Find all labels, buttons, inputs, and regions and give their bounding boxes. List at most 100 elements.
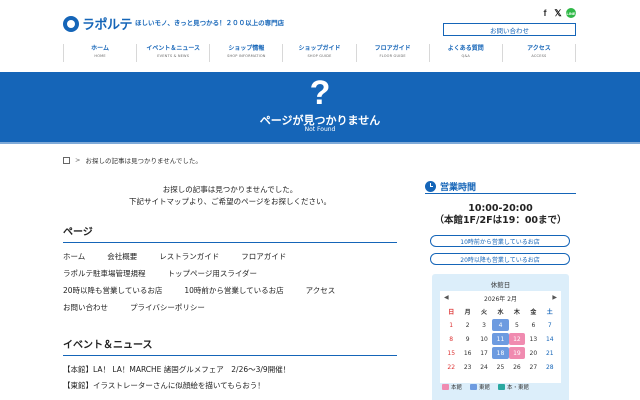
- nav-item-access[interactable]: アクセス ACCESS: [501, 44, 576, 62]
- contact-button[interactable]: お問い合わせ: [443, 23, 576, 36]
- sitemap-row: 20時以降も営業しているお店 10時前から営業しているお店 アクセス: [63, 282, 397, 299]
- calendar-day: 13: [529, 335, 538, 343]
- calendar-day-closed-higashi: 18: [492, 347, 509, 359]
- calendar-month: 2026年 2月: [484, 296, 517, 303]
- calendar-day: 15: [447, 349, 456, 357]
- business-hours-title: 営業時間: [440, 183, 477, 193]
- calendar-day: 24: [480, 363, 488, 371]
- nav-item-events[interactable]: イベント＆ニュース EVENTS & NEWS: [136, 44, 209, 62]
- sitemap-link[interactable]: ホーム: [63, 251, 85, 262]
- calendar-weekday: 水: [497, 308, 504, 316]
- sitemap-link[interactable]: フロアガイド: [241, 251, 286, 262]
- nav-item-shop-info[interactable]: ショップ情報 SHOP INFORMATION: [209, 44, 282, 62]
- calendar-weekday: 金: [530, 308, 537, 316]
- sitemap-link[interactable]: ラポルテ駐車場管理規程: [63, 268, 146, 279]
- calendar-day: 7: [547, 321, 552, 329]
- calendar-day: 21: [545, 349, 554, 357]
- sitemap-row: ラポルテ駐車場管理規程 トップページ用スライダー: [63, 265, 397, 282]
- sitemap-link[interactable]: トップページ用スライダー: [168, 268, 258, 279]
- open-before-10-button[interactable]: 10時前から営業しているお店: [430, 235, 570, 247]
- legend-swatch: [470, 384, 478, 390]
- business-hours-header: 営業時間: [425, 180, 576, 194]
- news-list: 【本館】LA！ LA！MARCHE 諸国グルメフェア 2/26〜3/9開催！ 【…: [63, 362, 397, 394]
- clock-icon: [425, 181, 436, 192]
- not-found-message: お探しの記事は見つかりませんでした。 下記サイトマップより、ご希望のページをお探…: [63, 184, 397, 208]
- breadcrumb-current: お探しの記事は見つかりませんでした。: [85, 157, 202, 165]
- nav-item-faq[interactable]: よくある質問 Q&A: [428, 44, 502, 62]
- nav-item-shop-guide[interactable]: ショップガイド SHOP GUIDE: [282, 44, 355, 62]
- sitemap-link[interactable]: 20時以降も営業しているお店: [63, 285, 162, 296]
- sitemap-links: ホーム 会社概要 レストランガイド フロアガイド ラポルテ駐車場管理規程 トップ…: [63, 248, 397, 316]
- banner-divider: [0, 142, 640, 144]
- news-section-title: イベント＆ニュース: [63, 336, 397, 356]
- nav-item-floor-guide[interactable]: フロアガイド FLOOR GUIDE: [355, 44, 429, 62]
- nav-label-en: EVENTS & NEWS: [157, 54, 190, 58]
- message-line: お探しの記事は見つかりませんでした。: [162, 185, 298, 194]
- sitemap-link[interactable]: レストランガイド: [159, 251, 219, 262]
- nav-label: ショップ情報: [228, 45, 265, 52]
- breadcrumb: > お探しの記事は見つかりませんでした。: [63, 155, 202, 165]
- hours-note: （本館1F/2Fは19：00まで）: [434, 215, 567, 226]
- site-logo[interactable]: ラポルテ: [63, 14, 133, 33]
- calendar-day: 1: [449, 321, 454, 329]
- x-twitter-icon[interactable]: 𝕏: [553, 8, 563, 18]
- news-item[interactable]: 【本館】LA！ LA！MARCHE 諸国グルメフェア 2/26〜3/9開催！: [63, 362, 397, 378]
- sitemap-row: ホーム 会社概要 レストランガイド フロアガイド: [63, 248, 397, 265]
- nav-label-en: Q&A: [461, 54, 471, 58]
- nav-label-en: SHOP INFORMATION: [227, 54, 266, 58]
- calendar-day-closed-higashi: 11: [492, 333, 509, 345]
- legend-honkan: 本館: [442, 383, 462, 391]
- calendar-weekday: 日: [448, 308, 455, 316]
- calendar-day: 28: [545, 363, 554, 371]
- legend-swatch: [498, 384, 506, 390]
- sitemap-link[interactable]: 会社概要: [107, 251, 137, 262]
- site-header: ラポルテ ほしいモノ、きっと見つかる！２００以上の専門店 f 𝕏 LINE お問…: [0, 0, 640, 72]
- question-mark-icon: ?: [309, 74, 331, 112]
- next-month-icon[interactable]: ▶: [552, 294, 557, 301]
- calendar-day: 17: [480, 349, 488, 357]
- nav-item-home[interactable]: ホーム HOME: [63, 44, 136, 62]
- calendar-day: 25: [496, 363, 505, 371]
- calendar-day: 23: [463, 363, 472, 371]
- calendar-day: 2: [465, 321, 470, 329]
- sitemap-link[interactable]: 10時前から営業しているお店: [184, 285, 283, 296]
- calendar-heading: 休館日: [490, 281, 511, 289]
- nav-label: ホーム: [91, 45, 109, 52]
- business-hours: 10:00-20:00 （本館1F/2Fは19：00まで）: [425, 203, 576, 227]
- nav-label: アクセス: [527, 45, 551, 52]
- calendar-legend: 本館 東館 本・東館: [442, 383, 537, 391]
- legend-label: 本館: [451, 385, 463, 391]
- legend-both: 本・東館: [498, 383, 529, 391]
- calendar-day: 10: [480, 335, 488, 343]
- pages-section-title: ページ: [63, 223, 397, 243]
- calendar-day: 5: [515, 321, 519, 329]
- calendar-day-closed-honkan: 19: [508, 347, 526, 359]
- calendar-day: 3: [482, 321, 486, 329]
- nav-label-en: FLOOR GUIDE: [379, 54, 406, 58]
- breadcrumb-separator: >: [75, 156, 81, 164]
- calendar-day: 16: [463, 349, 472, 357]
- news-item[interactable]: 【東館】イラストレーターさんに似顔絵を描いてもらおう！: [63, 378, 397, 394]
- calendar-day: 22: [447, 363, 456, 371]
- sitemap-link[interactable]: お問い合わせ: [63, 302, 108, 313]
- sitemap-row: お問い合わせ プライバシーポリシー: [63, 299, 397, 316]
- page-subtitle: Not Found: [304, 126, 336, 133]
- legend-higashi: 東館: [470, 383, 490, 391]
- calendar-day: 26: [513, 363, 521, 371]
- facebook-icon[interactable]: f: [541, 8, 549, 18]
- calendar-day: 8: [449, 335, 454, 343]
- calendar-day: 27: [529, 363, 538, 371]
- closed-days-calendar: 休館日 ◀ 2026年 2月 ▶ 日月火水木金土 1 2 3 4 5 6 7 8 9 10 11 12 1…: [432, 274, 569, 400]
- nav-label-en: ACCESS: [531, 54, 547, 58]
- line-icon[interactable]: LINE: [566, 8, 576, 18]
- hours-value: 10:00-20:00: [468, 203, 533, 214]
- sitemap-link[interactable]: アクセス: [306, 285, 336, 296]
- legend-swatch: [442, 384, 449, 390]
- home-icon[interactable]: [63, 156, 70, 164]
- message-line: 下記サイトマップより、ご希望のページをお探しください。: [129, 197, 331, 206]
- sitemap-link[interactable]: プライバシーポリシー: [130, 302, 205, 313]
- open-after-20-button[interactable]: 20時以降も営業しているお店: [430, 253, 570, 265]
- calendar-day-closed-higashi: 4: [492, 319, 509, 331]
- nav-label-en: SHOP GUIDE: [307, 54, 332, 58]
- nav-label: フロアガイド: [374, 45, 411, 52]
